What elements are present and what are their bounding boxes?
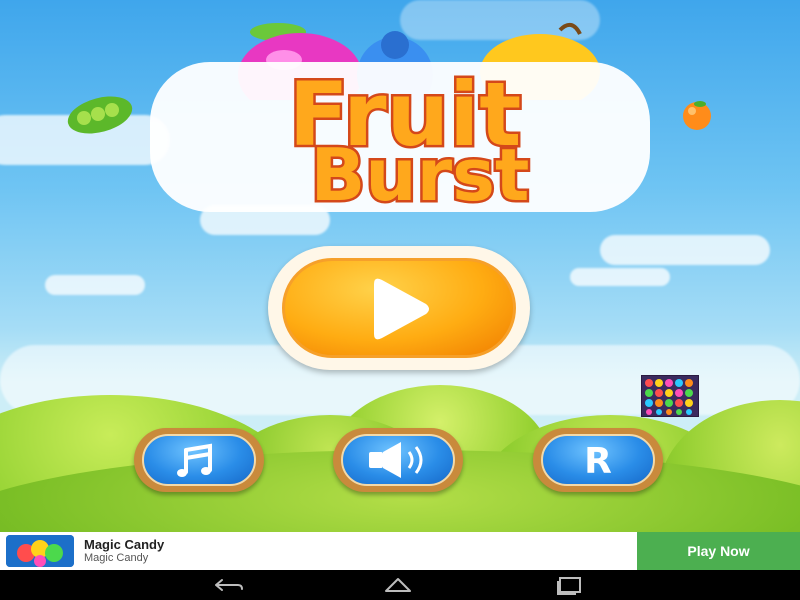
pea-pod-icon xyxy=(67,96,133,134)
ad-banner[interactable]: Magic Candy Magic Candy Play Now xyxy=(0,532,800,570)
speaker-icon xyxy=(369,442,423,478)
play-button[interactable] xyxy=(268,246,530,370)
title-line2: Burst xyxy=(311,133,530,217)
orange-icon xyxy=(683,101,711,130)
cloud xyxy=(45,275,145,295)
rate-button-label: R xyxy=(584,441,612,482)
ad-subtitle: Magic Candy xyxy=(84,552,149,564)
home-icon[interactable] xyxy=(378,575,418,595)
ad-title[interactable]: Magic Candy xyxy=(84,537,164,552)
game-title-logo: Fruit Burst xyxy=(130,10,670,225)
ad-app-icon[interactable] xyxy=(6,535,74,567)
recents-icon[interactable] xyxy=(550,575,590,595)
cloud xyxy=(570,268,670,286)
rate-letter-icon: R xyxy=(584,441,612,482)
back-icon[interactable] xyxy=(208,575,248,595)
promo-game-tile[interactable] xyxy=(641,375,699,417)
music-note-icon xyxy=(177,443,212,477)
system-navigation-bar xyxy=(0,570,800,600)
rate-button[interactable]: R xyxy=(533,428,663,492)
play-icon xyxy=(374,278,429,340)
sound-button[interactable] xyxy=(333,428,463,492)
cloud xyxy=(600,235,770,265)
candy-grid-icon xyxy=(645,379,693,415)
play-now-button[interactable]: Play Now xyxy=(637,532,800,570)
music-button[interactable] xyxy=(134,428,264,492)
game-screen: Fruit Burst R xyxy=(0,0,800,532)
candy-icon xyxy=(6,535,74,567)
title-text: Fruit Burst xyxy=(150,61,650,220)
